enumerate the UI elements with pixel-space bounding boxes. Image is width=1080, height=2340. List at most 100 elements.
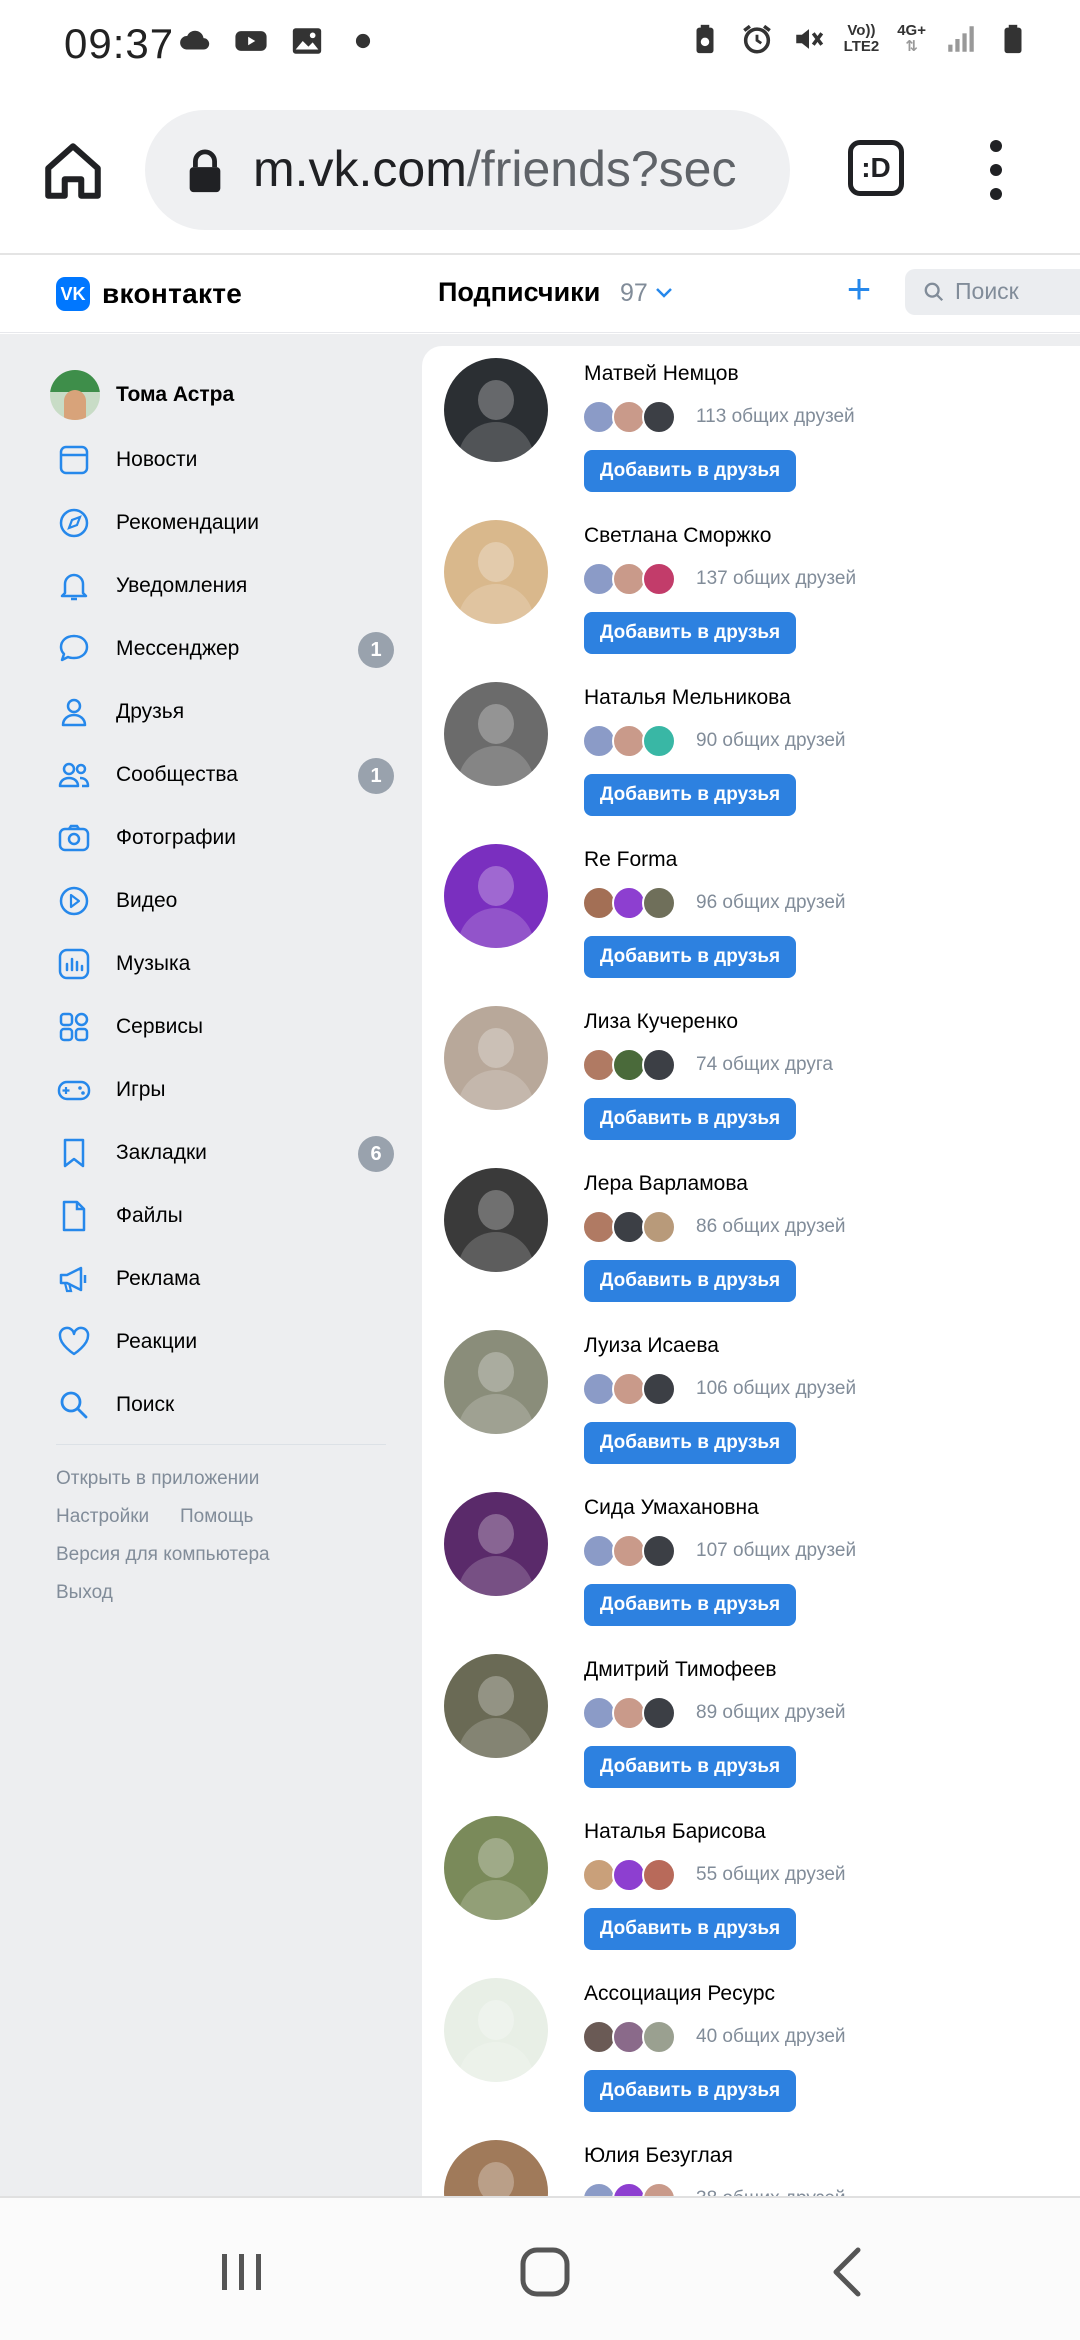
add-friend-button[interactable]: Добавить в друзья [584, 1260, 796, 1302]
follower-row: Матвей Немцов 113 общих друзей Добавить в … [444, 358, 1064, 518]
mutual-friend-avatar [612, 1372, 646, 1406]
mutual-friends-count[interactable]: 106 общих друзей [696, 1378, 856, 1400]
sidebar-item-14[interactable]: Реклама [56, 1254, 396, 1304]
avatar[interactable] [444, 1168, 548, 1272]
mutual-friends-avatars[interactable] [582, 886, 676, 920]
browser-menu-icon[interactable] [988, 140, 1004, 204]
sidebar-item-13[interactable]: Файлы [56, 1191, 396, 1241]
add-friend-button[interactable]: Добавить в друзья [584, 936, 796, 978]
avatar[interactable] [444, 1330, 548, 1434]
mutual-friends-count[interactable]: 90 общих друзей [696, 730, 846, 752]
mutual-friends-avatars[interactable] [582, 400, 676, 434]
add-friend-button[interactable]: Добавить в друзья [584, 612, 796, 654]
sidebar-item-6[interactable]: Сообщества 1 [56, 750, 396, 800]
page-title[interactable]: Подписчики [438, 277, 600, 308]
add-friend-button[interactable]: Добавить в друзья [584, 1746, 796, 1788]
mutual-friends-count[interactable]: 137 общих друзей [696, 568, 856, 590]
settings-link[interactable]: Настройки [56, 1506, 149, 1528]
search-icon [924, 282, 944, 302]
mutual-friends-avatars[interactable] [582, 724, 676, 758]
home-icon[interactable] [40, 138, 106, 204]
sidebar-item-9[interactable]: Музыка [56, 939, 396, 989]
avatar[interactable] [444, 1492, 548, 1596]
follower-name[interactable]: Юлия Безуглая [584, 2144, 733, 2168]
status-icons-right: Vo)) LTE2 4G+ ⇅ [688, 22, 1030, 56]
chevron-down-icon[interactable] [655, 287, 673, 299]
sidebar-item-5[interactable]: Друзья [56, 687, 396, 737]
follower-name[interactable]: Ассоциация Ресурс [584, 1982, 775, 2006]
mutual-friends-count[interactable]: 40 общих друзей [696, 2026, 846, 2048]
avatar[interactable] [444, 682, 548, 786]
sidebar-item-15[interactable]: Реакции [56, 1317, 396, 1367]
add-friend-button[interactable]: Добавить в друзья [584, 2070, 796, 2112]
follower-name[interactable]: Re Forma [584, 848, 677, 872]
sidebar-item-16[interactable]: Поиск [56, 1380, 396, 1430]
mutual-friends-avatars[interactable] [582, 1210, 676, 1244]
back-icon[interactable] [818, 2242, 878, 2302]
follower-name[interactable]: Сида Умахановна [584, 1496, 759, 1520]
header-search-input[interactable]: Поиск [905, 269, 1080, 315]
recent-apps-icon[interactable] [212, 2242, 272, 2302]
follower-name[interactable]: Лера Варламова [584, 1172, 748, 1196]
url-text[interactable]: m.vk.com/friends?sec [253, 140, 773, 198]
sidebar-profile[interactable]: Тома Астра [50, 370, 396, 420]
mutual-friends-avatars[interactable] [582, 2182, 676, 2196]
follower-name[interactable]: Матвей Немцов [584, 362, 739, 386]
sidebar-item-3[interactable]: Уведомления [56, 561, 396, 611]
address-bar[interactable]: m.vk.com/friends?sec [145, 110, 790, 230]
sidebar-item-8[interactable]: Видео [56, 876, 396, 926]
mutual-friends-count[interactable]: 74 общих друга [696, 1054, 833, 1076]
open-app-link[interactable]: Открыть в приложении [56, 1468, 259, 1490]
mutual-friends-count[interactable]: 89 общих друзей [696, 1702, 846, 1724]
follower-name[interactable]: Наталья Барисова [584, 1820, 766, 1844]
add-friend-button[interactable]: Добавить в друзья [584, 1584, 796, 1626]
avatar[interactable] [444, 1654, 548, 1758]
gamepad-icon [57, 1080, 91, 1101]
avatar[interactable] [444, 1816, 548, 1920]
mutual-friends-avatars[interactable] [582, 1048, 676, 1082]
sidebar-item-7[interactable]: Фотографии [56, 813, 396, 863]
avatar[interactable] [444, 2140, 548, 2196]
sidebar-item-10[interactable]: Сервисы [56, 1002, 396, 1052]
mutual-friends-count[interactable]: 55 общих друзей [696, 1864, 846, 1886]
mutual-friends-count[interactable]: 113 общих друзей [696, 406, 855, 428]
mutual-friends-avatars[interactable] [582, 2020, 676, 2054]
mutual-friends-avatars[interactable] [582, 1534, 676, 1568]
avatar[interactable] [444, 844, 548, 948]
mutual-friends-count[interactable]: 107 общих друзей [696, 1540, 856, 1562]
mutual-friends-count[interactable]: 38 общих друзей [696, 2188, 846, 2196]
sidebar-item-label: Уведомления [116, 574, 248, 597]
mutual-friends-avatars[interactable] [582, 1858, 676, 1892]
mutual-friends-count[interactable]: 96 общих друзей [696, 892, 846, 914]
help-link[interactable]: Помощь [180, 1506, 253, 1528]
add-friend-button[interactable]: Добавить в друзья [584, 774, 796, 816]
mutual-friends-count[interactable]: 86 общих друзей [696, 1216, 846, 1238]
avatar[interactable] [444, 520, 548, 624]
logout-link[interactable]: Выход [56, 1582, 113, 1604]
follower-name[interactable]: Лиза Кучеренко [584, 1010, 738, 1034]
add-friend-button[interactable]: Добавить в друзья [584, 1098, 796, 1140]
sidebar-item-4[interactable]: Мессенджер 1 [56, 624, 396, 674]
avatar[interactable] [444, 1978, 548, 2082]
add-friend-button[interactable]: Добавить в друзья [584, 1908, 796, 1950]
vk-logo[interactable]: VK вконтакте [56, 277, 242, 311]
avatar[interactable] [444, 358, 548, 462]
sidebar-item-1[interactable]: Новости [56, 435, 396, 485]
follower-name[interactable]: Светлана Сморжко [584, 524, 771, 548]
mutual-friends-avatars[interactable] [582, 1372, 676, 1406]
add-icon[interactable]: + [843, 268, 875, 310]
home-nav-icon[interactable] [515, 2242, 575, 2302]
sidebar-item-11[interactable]: Игры [56, 1065, 396, 1115]
follower-name[interactable]: Дмитрий Тимофеев [584, 1658, 777, 1682]
mutual-friends-avatars[interactable] [582, 1696, 676, 1730]
mutual-friends-avatars[interactable] [582, 562, 676, 596]
follower-name[interactable]: Наталья Мельникова [584, 686, 791, 710]
add-friend-button[interactable]: Добавить в друзья [584, 450, 796, 492]
sidebar-item-2[interactable]: Рекомендации [56, 498, 396, 548]
tab-switcher-button[interactable]: :D [848, 140, 904, 196]
sidebar-item-12[interactable]: Закладки 6 [56, 1128, 396, 1178]
desktop-version-link[interactable]: Версия для компьютера [56, 1544, 270, 1566]
follower-name[interactable]: Луиза Исаева [584, 1334, 719, 1358]
add-friend-button[interactable]: Добавить в друзья [584, 1422, 796, 1464]
avatar[interactable] [444, 1006, 548, 1110]
